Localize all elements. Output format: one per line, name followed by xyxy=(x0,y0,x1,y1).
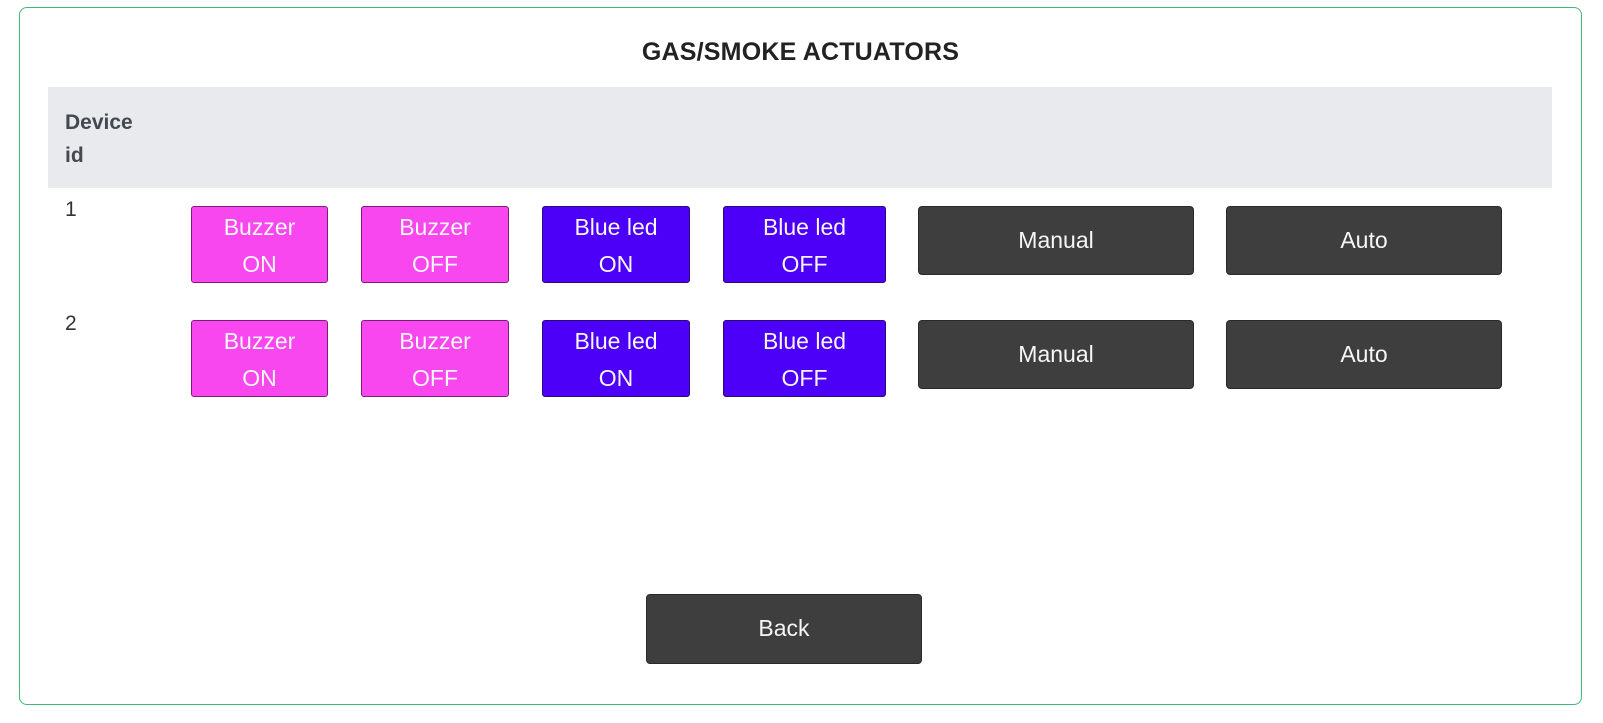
auto-button[interactable]: Auto xyxy=(1226,320,1502,389)
blue-led-on-button[interactable]: Blue led ON xyxy=(542,206,690,283)
device-id-header: Device id xyxy=(65,106,145,172)
actuators-panel: GAS/SMOKE ACTUATORS Device id 1 Buzzer O… xyxy=(19,7,1582,705)
manual-button[interactable]: Manual xyxy=(918,320,1194,389)
button-state: OFF xyxy=(781,365,828,391)
button-state: OFF xyxy=(781,251,828,277)
blue-led-on-button[interactable]: Blue led ON xyxy=(542,320,690,397)
button-label: Buzzer xyxy=(399,214,471,240)
button-label: Buzzer xyxy=(399,328,471,354)
blue-led-off-button[interactable]: Blue led OFF xyxy=(723,320,886,397)
blue-led-off-button[interactable]: Blue led OFF xyxy=(723,206,886,283)
button-state: OFF xyxy=(412,251,458,277)
table-row: 2 Buzzer ON Buzzer OFF Blue led ON Blue … xyxy=(48,298,1552,398)
button-state: OFF xyxy=(412,365,458,391)
back-button[interactable]: Back xyxy=(646,594,922,664)
device-id-cell: 2 xyxy=(65,312,77,335)
button-label: Blue led xyxy=(574,328,658,354)
auto-button[interactable]: Auto xyxy=(1226,206,1502,275)
button-state: ON xyxy=(598,365,634,391)
buzzer-on-button[interactable]: Buzzer ON xyxy=(191,320,328,397)
button-state: ON xyxy=(242,251,277,277)
button-label: Buzzer xyxy=(223,328,296,354)
device-id-header-line1: Device xyxy=(65,111,133,134)
button-label: Blue led xyxy=(574,214,658,240)
button-label: Blue led xyxy=(762,328,847,354)
buzzer-off-button[interactable]: Buzzer OFF xyxy=(361,206,509,283)
manual-button[interactable]: Manual xyxy=(918,206,1194,275)
page-title: GAS/SMOKE ACTUATORS xyxy=(641,38,960,66)
buzzer-on-button[interactable]: Buzzer ON xyxy=(191,206,328,283)
device-id-cell: 1 xyxy=(65,198,77,221)
table-row: 1 Buzzer ON Buzzer OFF Blue led ON Blue … xyxy=(48,184,1552,284)
table-header: Device id xyxy=(48,87,1552,188)
button-label: Blue led xyxy=(762,214,847,240)
button-state: ON xyxy=(598,251,634,277)
button-label: Buzzer xyxy=(223,214,296,240)
device-id-header-line2: id xyxy=(65,144,84,167)
button-state: ON xyxy=(242,365,277,391)
buzzer-off-button[interactable]: Buzzer OFF xyxy=(361,320,509,397)
